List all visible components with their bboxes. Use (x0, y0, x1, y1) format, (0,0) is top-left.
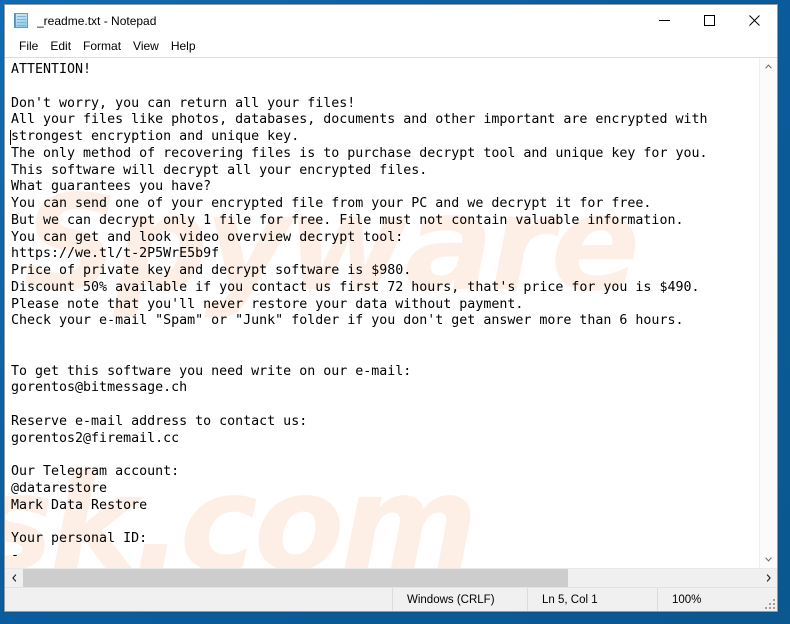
text-caret (10, 130, 11, 145)
text-line: Please note that you'll never restore yo… (11, 296, 524, 312)
title-bar-left: _readme.txt - Notepad (5, 12, 642, 29)
horizontal-scrollbar[interactable] (5, 568, 777, 587)
text-line (11, 347, 759, 364)
menu-item-help[interactable]: Help (165, 37, 202, 56)
text-line (11, 330, 759, 347)
chevron-right-icon (766, 574, 771, 582)
text-line: Price of private key and decrypt softwar… (11, 263, 412, 278)
text-line: The only method of recovering files is t… (11, 145, 708, 161)
text-line: - (11, 547, 20, 563)
text-line (11, 79, 759, 96)
text-line: strongest encryption and unique key. (10, 129, 300, 145)
notepad-window: _readme.txt - Notepad File Edit Format V… (4, 4, 778, 612)
status-cursor-position: Ln 5, Col 1 (527, 588, 657, 611)
text-line: You can send one of your encrypted file … (11, 196, 652, 211)
text-line: All your files like photos, databases, d… (11, 112, 708, 128)
close-icon (749, 15, 760, 26)
text-line: This software will decrypt all your encr… (11, 162, 428, 178)
notepad-document-icon (14, 12, 30, 29)
text-line: ATTENTION! (11, 62, 92, 77)
menu-item-format[interactable]: Format (77, 37, 127, 56)
title-bar[interactable]: _readme.txt - Notepad (5, 5, 777, 36)
minimize-button[interactable] (642, 5, 687, 36)
text-line: But we can decrypt only 1 file for free.… (11, 212, 684, 228)
text-line: Your personal ID: (11, 531, 148, 546)
text-line (11, 514, 759, 531)
menu-bar: File Edit Format View Help (5, 36, 777, 58)
window-title: _readme.txt - Notepad (37, 13, 157, 28)
minimize-icon (659, 20, 670, 21)
status-zoom-level: 100% (657, 588, 777, 611)
text-line: https://we.tl/t-2P5WrE5b9f (11, 246, 220, 262)
horizontal-scroll-track[interactable] (23, 569, 759, 587)
horizontal-scroll-thumb[interactable] (23, 569, 568, 587)
scroll-right-button[interactable] (759, 569, 777, 587)
scroll-left-button[interactable] (5, 569, 23, 587)
maximize-button[interactable] (687, 5, 732, 36)
text-editor[interactable]: ATTENTION! Don't worry, you can return a… (5, 58, 759, 568)
text-line: Don't worry, you can return all your fil… (11, 95, 356, 111)
text-line: To get this software you need write on o… (11, 363, 412, 379)
text-line: @datarestore (11, 480, 108, 496)
text-line: Mark Data Restore (11, 497, 148, 513)
chevron-left-icon (11, 574, 16, 582)
text-line: Reserve e-mail address to contact us: (11, 413, 308, 429)
text-line: Discount 50% available if you contact us… (11, 279, 700, 295)
text-line: Our Telegram account: (11, 464, 180, 479)
window-controls (642, 5, 777, 36)
menu-item-edit[interactable]: Edit (44, 37, 77, 56)
text-line: What guarantees you have? (11, 179, 212, 195)
text-line: You can get and look video overview decr… (11, 229, 404, 245)
menu-item-view[interactable]: View (127, 37, 165, 56)
chevron-up-icon (765, 64, 772, 69)
maximize-icon (704, 15, 715, 26)
text-line (11, 447, 759, 464)
text-line: gorentos@bitmessage.ch (11, 380, 188, 396)
vertical-scrollbar[interactable] (759, 58, 777, 568)
close-button[interactable] (732, 5, 777, 36)
text-line: Check your e-mail "Spam" or "Junk" folde… (11, 313, 684, 329)
chevron-down-icon (765, 557, 772, 562)
text-line (11, 397, 759, 414)
status-bar: Windows (CRLF) Ln 5, Col 1 100% (5, 587, 777, 611)
text-line: gorentos2@firemail.cc (11, 430, 180, 446)
editor-area: Spyware sk.com ATTENTION! Don't worry, y… (5, 58, 777, 568)
resize-grip-icon[interactable] (763, 597, 775, 609)
scroll-down-button[interactable] (760, 551, 777, 568)
status-encoding: Windows (CRLF) (392, 588, 527, 611)
scroll-up-button[interactable] (760, 58, 777, 75)
menu-item-file[interactable]: File (13, 37, 44, 56)
